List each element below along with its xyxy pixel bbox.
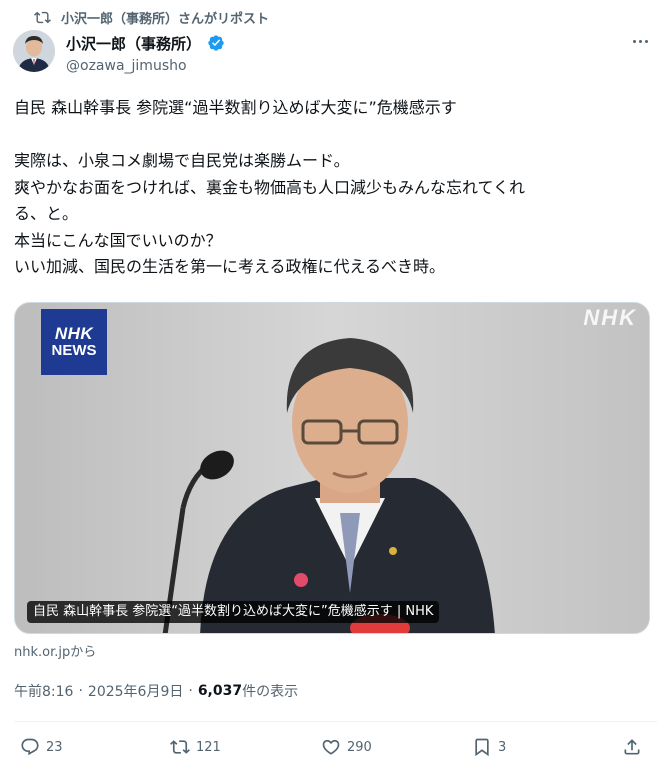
share-icon [624, 739, 640, 755]
share-button[interactable] [622, 735, 642, 759]
heart-icon [322, 739, 340, 755]
nhk-watermark: NHK [583, 305, 637, 330]
author-handle[interactable]: @ozawa_jimusho [66, 58, 225, 74]
news-logo-text: NEWS [51, 342, 97, 360]
bookmark-count: 3 [498, 739, 507, 755]
reply-icon [21, 738, 39, 756]
tweet-line: 本当にこんな国でいいのか？ [14, 230, 222, 250]
link-card[interactable]: NHK NEWS NHK 自民 森山幹事長 参院選“過半数割り込めば大変に”危機… [14, 302, 650, 634]
author-name[interactable]: 小沢一郎（事務所） [66, 33, 201, 54]
repost-button[interactable]: 121 [170, 735, 221, 759]
repost-icon [34, 11, 51, 23]
more-dot [632, 39, 636, 43]
verified-badge-icon [208, 35, 224, 51]
meta-separator: · [78, 683, 83, 699]
bookmark-button[interactable]: 3 [472, 735, 506, 759]
divider [14, 721, 657, 722]
nhk-logo-text: NHK [54, 324, 94, 344]
meta-separator: · [188, 683, 193, 699]
repost-label: 小沢一郎（事務所）さんがリポスト [61, 11, 270, 27]
like-count: 290 [347, 739, 372, 755]
tweet-meta: 午前8:16 · 2025年6月9日 · 6,037 件の表示 [14, 681, 298, 701]
bookmark-icon [475, 738, 489, 757]
tweet-line: 爽やかなお面をつければ、裏金も物価高も人口減少もみんな忘れてくれ [14, 177, 526, 197]
reply-button[interactable]: 23 [20, 735, 63, 759]
more-dot [638, 39, 642, 43]
views-count: 6,037 [197, 683, 243, 699]
tweet-date[interactable]: 2025年6月9日 [88, 681, 183, 701]
more-options-button[interactable] [629, 34, 651, 48]
action-bar: 23 121 290 3 [20, 735, 652, 759]
reply-count: 23 [46, 739, 63, 755]
card-source-link[interactable]: nhk.or.jpから [14, 641, 96, 660]
repost-icon [170, 740, 190, 754]
card-title: 自民 森山幹事長 参院選“過半数割り込めば大変に”危機感示す | NHK [27, 601, 440, 623]
news-photo [15, 303, 649, 633]
tweet-line: 自民 森山幹事長 参院選“過半数割り込めば大変に”危機感示す [14, 98, 457, 117]
views-label: 件の表示 [242, 684, 299, 700]
like-button[interactable]: 290 [321, 735, 372, 759]
tweet-text: 自民 森山幹事長 参院選“過半数割り込めば大変に”危機感示す 実際は、小泉コメ劇… [14, 95, 654, 281]
tweet-line: る、と。 [14, 204, 79, 223]
author-block: 小沢一郎（事務所） @ozawa_jimusho [66, 33, 225, 74]
tweet-line: 実際は、小泉コメ劇場で自民党は楽勝ムード。 [14, 151, 350, 170]
avatar[interactable] [13, 30, 55, 72]
more-dot [644, 39, 648, 43]
tweet-time[interactable]: 午前8:16 [14, 681, 73, 701]
nhk-news-logo: NHK NEWS [41, 309, 107, 375]
tweet-line: いい加減、国民の生活を第一に考える政権に代えるべき時。 [14, 257, 446, 276]
repost-indicator[interactable]: 小沢一郎（事務所）さんがリポスト [34, 7, 269, 27]
repost-count: 121 [196, 739, 221, 755]
